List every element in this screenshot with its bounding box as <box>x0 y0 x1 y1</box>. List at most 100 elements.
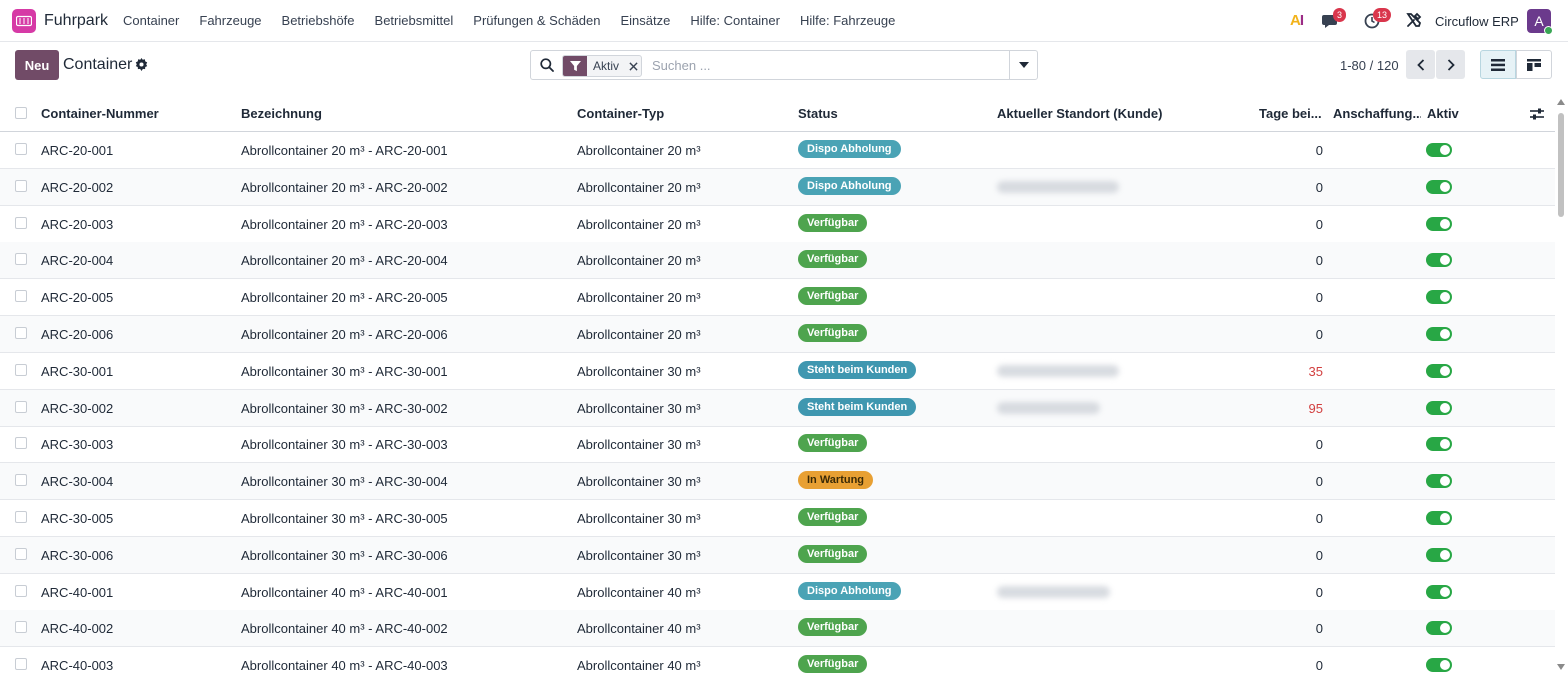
ai-icon[interactable]: AI <box>1290 12 1304 29</box>
search-input[interactable] <box>652 55 1007 75</box>
column-header-status[interactable]: Status <box>798 106 838 121</box>
table-row[interactable]: ARC-20-005 Abrollcontainer 20 m³ - ARC-20… <box>0 279 1555 317</box>
active-toggle[interactable] <box>1426 290 1452 305</box>
kanban-view-icon[interactable] <box>1516 50 1552 79</box>
active-toggle[interactable] <box>1426 437 1452 452</box>
column-header-number[interactable]: Container-Nummer <box>41 106 159 121</box>
new-button[interactable]: Neu <box>15 50 59 80</box>
tools-icon[interactable] <box>1406 12 1424 30</box>
active-toggle[interactable] <box>1426 216 1452 231</box>
active-toggle[interactable] <box>1426 658 1452 673</box>
scroll-down-arrow-icon[interactable] <box>1557 664 1565 670</box>
table-row[interactable]: ARC-30-006 Abrollcontainer 30 m³ - ARC-30… <box>0 536 1555 574</box>
active-toggle[interactable] <box>1426 400 1452 415</box>
avatar[interactable]: A <box>1527 9 1553 35</box>
table-row[interactable]: ARC-40-001 Abrollcontainer 40 m³ - ARC-40… <box>0 574 1555 611</box>
table-row[interactable]: ARC-40-002 Abrollcontainer 40 m³ - ARC-40… <box>0 610 1555 648</box>
status-badge: Verfügbar <box>798 544 868 563</box>
row-checkbox[interactable] <box>15 547 27 560</box>
active-toggle[interactable] <box>1426 474 1452 489</box>
status-badge: Dispo Abholung <box>798 176 901 195</box>
app-name[interactable]: Fuhrpark <box>44 12 108 30</box>
chevron-right-icon[interactable] <box>1436 50 1465 79</box>
row-checkbox[interactable] <box>15 474 27 487</box>
row-checkbox[interactable] <box>15 621 27 634</box>
active-toggle[interactable] <box>1426 584 1452 599</box>
vertical-scrollbar[interactable] <box>1555 95 1568 674</box>
column-header-name[interactable]: Bezeichnung <box>241 106 322 121</box>
menu-item-hilfe-fahrzeuge[interactable]: Hilfe: Fahrzeuge <box>790 0 905 42</box>
row-checkbox[interactable] <box>15 658 27 671</box>
table-row[interactable]: ARC-20-006 Abrollcontainer 20 m³ - ARC-20… <box>0 316 1555 353</box>
column-header-active[interactable]: Aktiv <box>1427 106 1459 121</box>
app-logo-icon[interactable] <box>12 9 36 33</box>
cell-type: Abrollcontainer 30 m³ <box>577 437 701 453</box>
status-badge: Verfügbar <box>798 508 868 526</box>
table-row[interactable]: ARC-30-004 Abrollcontainer 30 m³ - ARC-30… <box>0 463 1555 501</box>
chevron-left-icon[interactable] <box>1406 50 1435 79</box>
cell-name: Abrollcontainer 20 m³ - ARC-20-004 <box>241 253 448 269</box>
chevron-down-icon[interactable] <box>1009 51 1037 79</box>
gear-icon[interactable] <box>135 58 148 71</box>
row-checkbox[interactable] <box>15 511 27 523</box>
cell-name: Abrollcontainer 30 m³ - ARC-30-006 <box>241 547 448 563</box>
column-header-acquisition[interactable]: Anschaffung... <box>1333 106 1421 121</box>
row-checkbox[interactable] <box>15 179 27 192</box>
chat-icon[interactable]: 3 <box>1322 8 1347 30</box>
select-all-checkbox[interactable] <box>15 107 27 119</box>
table-row[interactable]: ARC-30-002 Abrollcontainer 30 m³ - ARC-30… <box>0 389 1555 427</box>
clock-icon[interactable]: 13 <box>1364 8 1392 30</box>
row-checkbox[interactable] <box>15 143 27 155</box>
row-checkbox[interactable] <box>15 253 27 266</box>
filter-icon <box>563 56 587 76</box>
filter-facet[interactable]: Aktiv <box>562 55 643 77</box>
column-header-days[interactable]: Tage bei... <box>1259 106 1325 121</box>
row-checkbox[interactable] <box>15 584 27 597</box>
cell-days: 0 <box>1315 253 1323 269</box>
active-toggle[interactable] <box>1426 363 1452 378</box>
menu-item-fahrzeuge[interactable]: Fahrzeuge <box>189 0 271 42</box>
status-badge: Verfügbar <box>798 434 868 453</box>
row-checkbox[interactable] <box>15 400 27 413</box>
search-icon[interactable] <box>540 58 554 75</box>
menu-item-pruefungen[interactable]: Prüfungen & Schäden <box>463 0 610 42</box>
row-checkbox[interactable] <box>15 363 27 376</box>
scroll-thumb[interactable] <box>1558 113 1564 217</box>
close-icon[interactable] <box>625 56 641 76</box>
table-row[interactable]: ARC-20-004 Abrollcontainer 20 m³ - ARC-20… <box>0 242 1555 280</box>
menu-item-container[interactable]: Container <box>113 0 189 42</box>
menu-item-hilfe-container[interactable]: Hilfe: Container <box>680 0 790 42</box>
row-checkbox[interactable] <box>15 216 27 229</box>
table-row[interactable]: ARC-30-001 Abrollcontainer 30 m³ - ARC-30… <box>0 353 1555 390</box>
table-row[interactable]: ARC-40-003 Abrollcontainer 40 m³ - ARC-40… <box>0 647 1555 674</box>
active-toggle[interactable] <box>1426 143 1452 157</box>
list-view-icon[interactable] <box>1480 50 1516 79</box>
active-toggle[interactable] <box>1426 511 1452 525</box>
menu-item-einsaetze[interactable]: Einsätze <box>611 0 681 42</box>
table-row[interactable]: ARC-20-002 Abrollcontainer 20 m³ - ARC-20… <box>0 168 1555 206</box>
scroll-up-arrow-icon[interactable] <box>1557 99 1565 105</box>
column-header-type[interactable]: Container-Typ <box>577 106 664 121</box>
active-toggle[interactable] <box>1426 253 1452 268</box>
cell-number: ARC-30-003 <box>41 437 114 453</box>
active-toggle[interactable] <box>1426 621 1452 636</box>
row-checkbox[interactable] <box>15 327 27 339</box>
menu-item-betriebsmittel[interactable]: Betriebsmittel <box>365 0 464 42</box>
cell-type: Abrollcontainer 20 m³ <box>577 143 701 158</box>
active-toggle[interactable] <box>1426 327 1452 341</box>
cell-days: 0 <box>1315 547 1323 563</box>
pager-value[interactable]: 1-80 / 120 <box>1340 58 1399 73</box>
optional-columns-icon[interactable] <box>1530 107 1544 124</box>
company-name[interactable]: Circuflow ERP <box>1435 14 1519 29</box>
table-row[interactable]: ARC-30-005 Abrollcontainer 30 m³ - ARC-30… <box>0 500 1555 537</box>
table-row[interactable]: ARC-20-003 Abrollcontainer 20 m³ - ARC-20… <box>0 206 1555 243</box>
row-checkbox[interactable] <box>15 437 27 450</box>
menu-item-betriebshoefe[interactable]: Betriebshöfe <box>272 0 365 42</box>
row-checkbox[interactable] <box>15 290 27 303</box>
active-toggle[interactable] <box>1426 547 1452 562</box>
active-toggle[interactable] <box>1426 179 1452 194</box>
table-row[interactable]: ARC-30-003 Abrollcontainer 30 m³ - ARC-30… <box>0 426 1555 464</box>
page-title[interactable]: Container <box>63 56 132 74</box>
column-header-location[interactable]: Aktueller Standort (Kunde) <box>997 106 1162 121</box>
table-row[interactable]: ARC-20-001 Abrollcontainer 20 m³ - ARC-20… <box>0 132 1555 169</box>
